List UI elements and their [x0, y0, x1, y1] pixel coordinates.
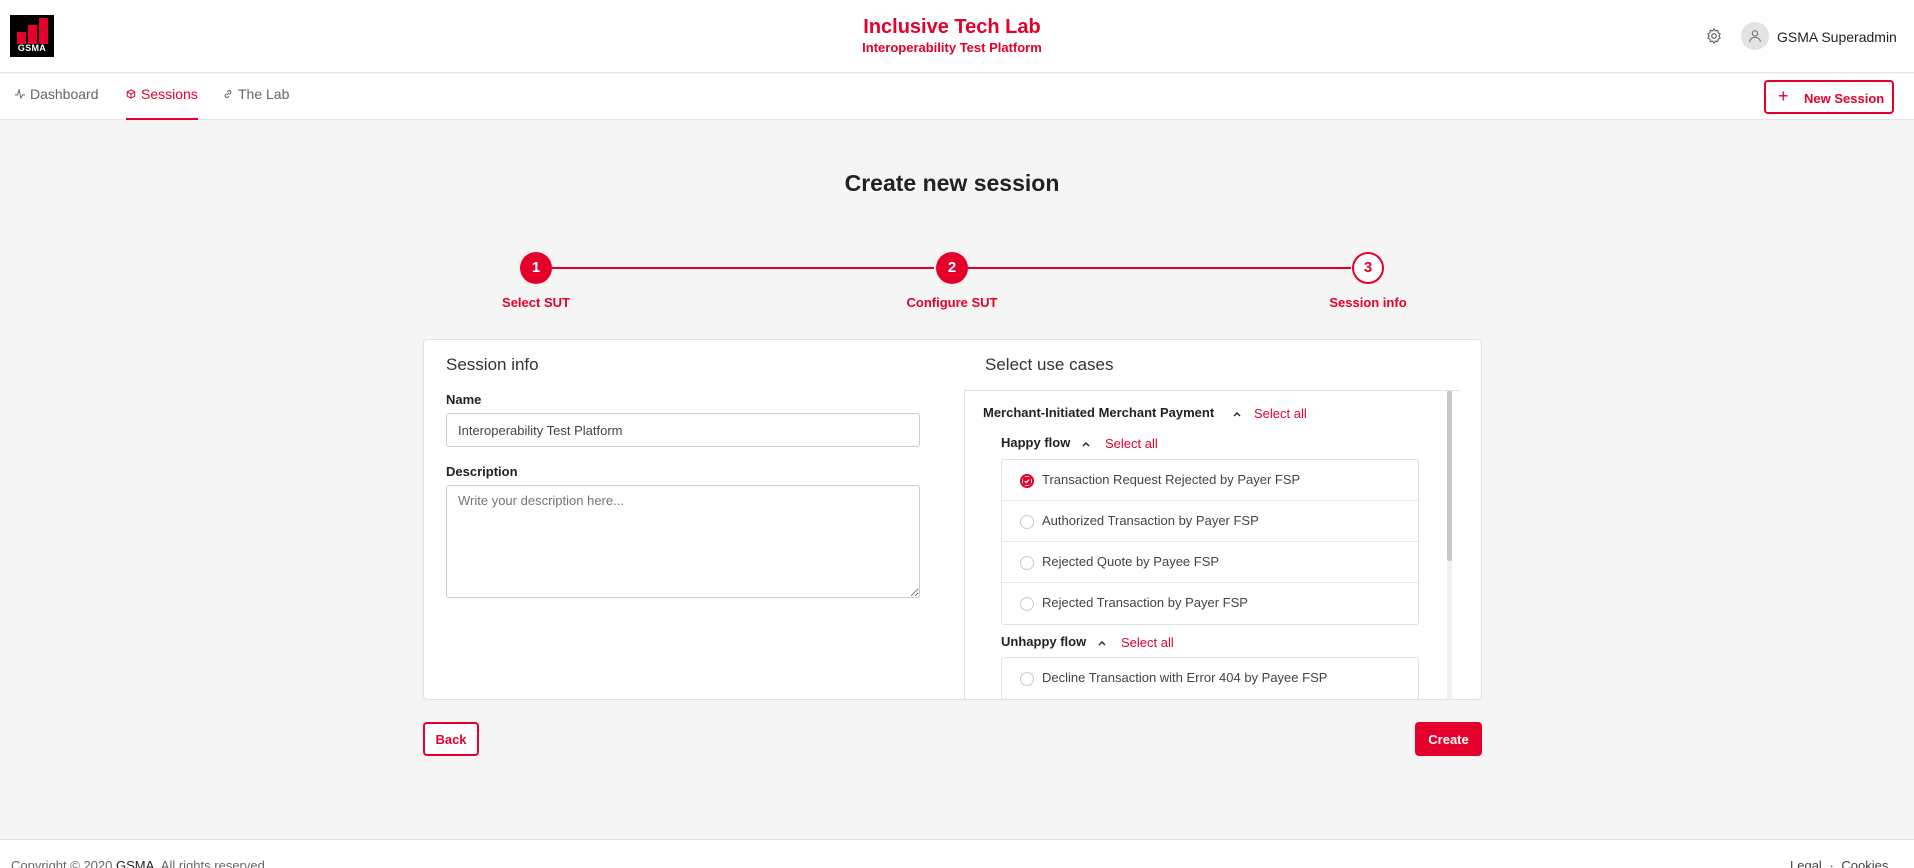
use-case-label: Decline Transaction with Error 404 by Pa… — [1042, 670, 1328, 685]
use-cases-panel[interactable]: Merchant-Initiated Merchant Payment Sele… — [964, 390, 1460, 699]
step-3-circle: 3 — [1352, 252, 1384, 284]
step-2-label: Configure SUT — [906, 295, 998, 310]
use-case-item[interactable]: Rejected Quote by Payee FSP — [1002, 542, 1418, 583]
unhappy-flow-case-list: Decline Transaction with Error 404 by Pa… — [1001, 657, 1419, 699]
gear-icon[interactable] — [1705, 27, 1723, 45]
nav-bar: Dashboard Sessions The Lab + New Session — [0, 74, 1914, 120]
chevron-up-icon[interactable] — [1233, 410, 1241, 418]
scrollbar-thumb[interactable] — [1447, 391, 1452, 561]
session-info-heading: Session info — [446, 355, 539, 374]
use-case-label: Transaction Request Rejected by Payer FS… — [1042, 472, 1301, 487]
checkbox[interactable] — [1020, 597, 1034, 611]
checkbox[interactable] — [1020, 672, 1034, 686]
cube-icon — [126, 89, 136, 99]
group-select-all[interactable]: Select all — [1254, 406, 1307, 421]
use-case-label: Rejected Transaction by Payer FSP — [1042, 595, 1248, 610]
cookies-link[interactable]: Cookies — [1841, 858, 1888, 868]
activity-icon — [15, 89, 25, 99]
copyright-brand: GSMA. — [115, 858, 158, 868]
name-input[interactable] — [446, 413, 920, 447]
use-case-item[interactable]: Decline Transaction with Error 404 by Pa… — [1002, 658, 1418, 699]
app-subtitle: Interoperability Test Platform — [862, 40, 1042, 55]
footer-links: Legal · Cookies — [1790, 858, 1888, 868]
session-form-card: Session info Name Description Select use… — [423, 339, 1482, 700]
tab-dashboard-label: Dashboard — [30, 86, 99, 102]
step-connector-1-2 — [552, 267, 934, 269]
tab-the-lab[interactable]: The Lab — [223, 86, 289, 120]
new-session-label: New Session — [1804, 91, 1885, 106]
checkbox[interactable] — [1020, 515, 1034, 529]
happy-flow-select-all[interactable]: Select all — [1105, 436, 1158, 451]
chevron-up-icon[interactable] — [1082, 440, 1090, 448]
plus-icon: + — [1778, 86, 1789, 106]
step-1-circle[interactable]: 1 — [520, 252, 552, 284]
use-case-label: Authorized Transaction by Payer FSP — [1042, 513, 1259, 528]
copyright-prefix: Copyright © 2020 — [11, 858, 113, 868]
copyright-text: Copyright © 2020 GSMA. All rights reserv… — [11, 858, 265, 868]
user-name[interactable]: GSMA Superadmin — [1777, 29, 1897, 45]
happy-flow-case-list: Transaction Request Rejected by Payer FS… — [1001, 459, 1419, 625]
copyright-suffix: All rights reserved — [160, 858, 265, 868]
page-title: Create new session — [844, 170, 1060, 196]
link-icon — [224, 90, 232, 98]
tab-sessions[interactable]: Sessions — [126, 86, 198, 120]
step-2-circle[interactable]: 2 — [936, 252, 968, 284]
unhappy-flow-select-all[interactable]: Select all — [1121, 635, 1174, 650]
use-case-item[interactable]: Rejected Transaction by Payer FSP — [1002, 583, 1418, 624]
tab-sessions-label: Sessions — [141, 86, 198, 102]
use-case-group-title[interactable]: Merchant-Initiated Merchant Payment — [983, 405, 1214, 420]
use-case-item[interactable]: Transaction Request Rejected by Payer FS… — [1002, 460, 1418, 501]
name-label: Name — [446, 392, 482, 407]
chevron-up-icon[interactable] — [1098, 639, 1106, 647]
use-case-label: Rejected Quote by Payee FSP — [1042, 554, 1220, 569]
checkbox-checked[interactable] — [1020, 474, 1034, 488]
description-textarea[interactable] — [446, 485, 920, 598]
footer-separator: · — [1829, 858, 1834, 868]
legal-link[interactable]: Legal — [1790, 858, 1822, 868]
check-icon — [1023, 477, 1031, 485]
back-button[interactable]: Back — [423, 722, 479, 756]
use-cases-heading: Select use cases — [985, 355, 1114, 374]
happy-flow-title[interactable]: Happy flow — [1001, 435, 1070, 450]
new-session-button[interactable]: + New Session — [1764, 80, 1894, 114]
unhappy-flow-title[interactable]: Unhappy flow — [1001, 634, 1086, 649]
step-1-label: Select SUT — [502, 295, 570, 310]
top-header: GSMA Inclusive Tech Lab Interoperability… — [0, 0, 1914, 73]
tab-dashboard[interactable]: Dashboard — [15, 86, 99, 120]
footer: Copyright © 2020 GSMA. All rights reserv… — [0, 839, 1914, 868]
step-connector-2-3 — [968, 267, 1351, 269]
user-avatar[interactable] — [1741, 22, 1769, 50]
step-3-label: Session info — [1329, 295, 1407, 310]
use-case-item[interactable]: Authorized Transaction by Payer FSP — [1002, 501, 1418, 542]
create-button[interactable]: Create — [1415, 722, 1482, 756]
description-label: Description — [446, 464, 518, 479]
user-icon — [1749, 30, 1761, 43]
app-title: Inclusive Tech Lab — [863, 16, 1041, 38]
checkbox[interactable] — [1020, 556, 1034, 570]
tab-the-lab-label: The Lab — [238, 86, 290, 102]
